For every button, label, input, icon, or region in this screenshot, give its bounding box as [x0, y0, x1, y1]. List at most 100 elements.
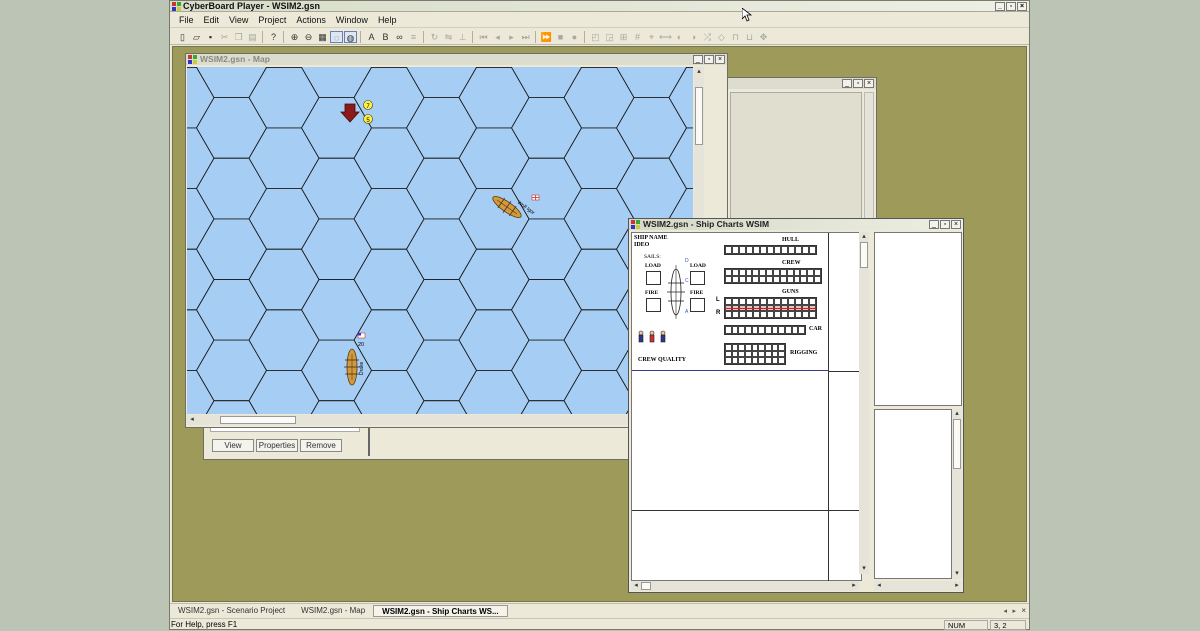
track-box[interactable] — [739, 246, 746, 254]
map-maximize-button[interactable]: ▫ — [704, 55, 714, 64]
track-box[interactable] — [772, 344, 779, 351]
track-box[interactable] — [752, 326, 759, 334]
charts-scroll-down-icon[interactable]: ▾ — [859, 564, 869, 574]
menu-help[interactable]: Help — [373, 15, 402, 25]
track-box[interactable] — [725, 351, 732, 358]
track-box[interactable] — [781, 246, 788, 254]
track-box[interactable] — [746, 298, 753, 305]
track-box[interactable] — [725, 326, 732, 334]
charts-window-titlebar[interactable]: WSIM2.gsn - Ship Charts WSIM — [629, 219, 963, 230]
track-box[interactable] — [758, 357, 765, 364]
track-box[interactable] — [752, 357, 759, 364]
maximize-button[interactable]: ▫ — [1006, 2, 1016, 11]
rigging-track[interactable] — [724, 343, 786, 365]
rotate-icon[interactable]: ↻ — [428, 31, 441, 43]
track-box[interactable] — [773, 276, 780, 283]
map-horizontal-scrollbar[interactable]: ◂ — [187, 415, 693, 425]
track-box[interactable] — [725, 269, 732, 276]
pin-icon[interactable]: ⊥ — [456, 31, 469, 43]
hull-track[interactable] — [724, 245, 817, 255]
track-box[interactable] — [745, 344, 752, 351]
track-box[interactable] — [765, 351, 772, 358]
menu-project[interactable]: Project — [253, 15, 291, 25]
track-box[interactable] — [800, 276, 807, 283]
project-minimize-button[interactable]: _ — [842, 79, 852, 88]
tray-vertical-thumb[interactable] — [953, 419, 961, 469]
grid-icon[interactable]: # — [631, 31, 644, 43]
project-close-button[interactable]: × — [864, 79, 874, 88]
track-box[interactable] — [795, 298, 802, 305]
track-box[interactable] — [739, 311, 746, 318]
flip-icon[interactable]: ⇋ — [442, 31, 455, 43]
tray-vertical-scrollbar[interactable]: ▴ ▾ — [952, 409, 962, 579]
charts-scroll-right-icon[interactable]: ▸ — [849, 581, 859, 591]
carronade-track[interactable] — [724, 325, 806, 335]
hex-map-board[interactable]: 7 5 Wolf Igor — [187, 67, 693, 414]
bold-icon[interactable]: B — [379, 31, 392, 43]
track-box[interactable] — [753, 246, 760, 254]
track-box[interactable] — [732, 298, 739, 305]
track-box[interactable] — [778, 326, 785, 334]
track-box[interactable] — [760, 311, 767, 318]
track-box[interactable] — [738, 357, 745, 364]
lasso-icon[interactable]: ◍ — [344, 31, 357, 43]
track-box[interactable] — [732, 351, 739, 358]
track-box[interactable] — [778, 344, 785, 351]
project-maximize-button[interactable]: ▫ — [853, 79, 863, 88]
track-box[interactable] — [745, 326, 752, 334]
view-button[interactable]: View — [212, 439, 254, 452]
load-box-right[interactable] — [690, 271, 705, 285]
scroll-up-icon[interactable]: ▴ — [694, 67, 704, 77]
track-box[interactable] — [725, 298, 732, 305]
track-box[interactable] — [802, 246, 809, 254]
menu-file[interactable]: File — [174, 15, 199, 25]
track-box[interactable] — [778, 357, 785, 364]
link-icon[interactable]: ∞ — [393, 31, 406, 43]
tray-scroll-down-icon[interactable]: ▾ — [952, 569, 962, 579]
map-window-titlebar[interactable]: WSIM2.gsn - Map — [186, 54, 727, 65]
map-close-button[interactable]: × — [715, 55, 725, 64]
track-box[interactable] — [809, 311, 816, 318]
tab-close-icon[interactable]: × — [1021, 606, 1026, 615]
remove-button[interactable]: Remove — [300, 439, 342, 452]
text-icon[interactable]: A — [365, 31, 378, 43]
menu-view[interactable]: View — [224, 15, 253, 25]
zoom-out-icon[interactable]: ⊖ — [302, 31, 315, 43]
tray-panel-bottom[interactable] — [874, 409, 952, 579]
tab-scroll-right-icon[interactable]: ▸ — [1012, 607, 1016, 615]
track-box[interactable] — [760, 246, 767, 254]
track-box[interactable] — [732, 246, 739, 254]
track-box[interactable] — [752, 269, 759, 276]
tab-map[interactable]: WSIM2.gsn - Map — [293, 605, 373, 617]
track-box[interactable] — [732, 311, 739, 318]
send-back-icon[interactable]: ◰ — [589, 31, 602, 43]
track-box[interactable] — [794, 276, 801, 283]
track-box[interactable] — [809, 246, 816, 254]
track-box[interactable] — [781, 311, 788, 318]
track-box[interactable] — [774, 298, 781, 305]
minimize-button[interactable]: _ — [995, 2, 1005, 11]
map-minimize-button[interactable]: _ — [693, 55, 703, 64]
track-box[interactable] — [802, 311, 809, 318]
track-box[interactable] — [802, 298, 809, 305]
menu-window[interactable]: Window — [331, 15, 373, 25]
track-box[interactable] — [794, 269, 801, 276]
track-box[interactable] — [725, 246, 732, 254]
track-box[interactable] — [809, 298, 816, 305]
zoom-in-icon[interactable]: ⊕ — [288, 31, 301, 43]
charts-maximize-button[interactable]: ▫ — [940, 220, 950, 229]
ship-chart-board[interactable]: SHIP NAME IDEO SAILS: LOAD LOAD FIRE FIR… — [631, 232, 862, 581]
track-box[interactable] — [767, 298, 774, 305]
prev-move-icon[interactable]: ◂ — [491, 31, 504, 43]
arrange-icon[interactable]: ⊞ — [617, 31, 630, 43]
crew-track[interactable] — [724, 268, 822, 284]
tray-scroll-up-icon[interactable]: ▴ — [952, 409, 962, 419]
tab-scroll-left-icon[interactable]: ◂ — [1003, 607, 1007, 615]
track-box[interactable] — [739, 276, 746, 283]
track-box[interactable] — [732, 269, 739, 276]
track-box[interactable] — [798, 326, 805, 334]
track-box[interactable] — [807, 269, 814, 276]
fire-box-right[interactable] — [690, 298, 705, 312]
track-box[interactable] — [725, 357, 732, 364]
new-icon[interactable]: ▯ — [176, 31, 189, 43]
